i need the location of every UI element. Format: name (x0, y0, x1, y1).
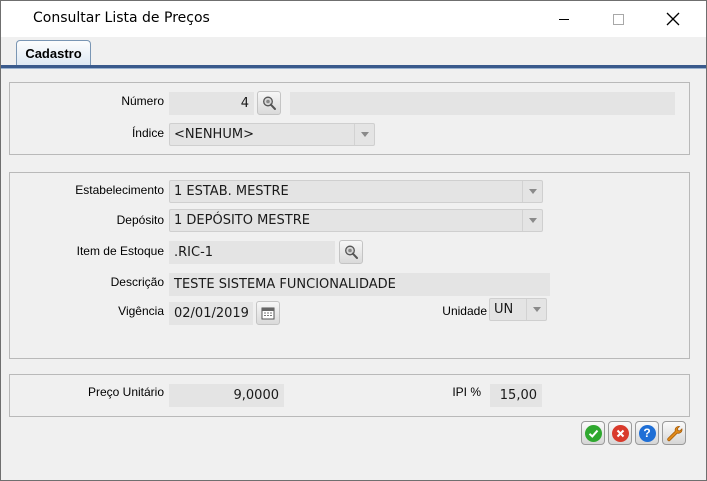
confirm-button[interactable] (581, 421, 605, 445)
tab-cadastro[interactable]: Cadastro (16, 40, 91, 66)
deposito-select[interactable]: 1 DEPÓSITO MESTRE (169, 209, 543, 232)
indice-value: <NENHUM> (174, 127, 254, 142)
search-icon (263, 96, 276, 110)
close-icon (666, 12, 680, 26)
ipi-label: IPI % (452, 385, 481, 399)
close-button[interactable] (650, 1, 696, 37)
calendar-icon (261, 307, 275, 320)
question-icon: ? (638, 424, 656, 442)
title-bar: Consultar Lista de Preços (1, 1, 706, 37)
tab-strip: Cadastro (1, 37, 706, 67)
vigencia-calendar-button[interactable] (256, 301, 280, 325)
preco-unitario-label: Preço Unitário (87, 385, 164, 399)
unidade-label: Unidade (442, 304, 487, 318)
estabelecimento-label: Estabelecimento (75, 183, 164, 197)
estabelecimento-value: 1 ESTAB. MESTRE (174, 184, 289, 199)
vigencia-label: Vigência (118, 304, 164, 318)
ipi-field[interactable]: 15,00 (490, 384, 542, 407)
item-estoque-search-button[interactable] (339, 240, 363, 264)
search-icon (345, 245, 358, 259)
unidade-select[interactable]: UN (489, 298, 547, 321)
deposito-value: 1 DEPÓSITO MESTRE (174, 213, 310, 228)
numero-field[interactable]: 4 (169, 92, 254, 115)
descricao-label: Descrição (110, 275, 164, 289)
indice-label: Índice (131, 126, 164, 140)
x-circle-icon (611, 424, 629, 442)
minimize-icon (559, 18, 569, 20)
deposito-label: Depósito (116, 213, 164, 227)
maximize-icon (612, 13, 624, 25)
window-title: Consultar Lista de Preços (33, 10, 210, 26)
preco-unitario-field[interactable]: 9,0000 (169, 384, 284, 407)
wrench-icon (666, 425, 682, 441)
vigencia-field[interactable]: 02/01/2019 (169, 302, 253, 325)
numero-search-button[interactable] (257, 91, 281, 115)
indice-select[interactable]: <NENHUM> (169, 123, 375, 146)
help-button[interactable]: ? (635, 421, 659, 445)
check-icon (584, 424, 602, 442)
chevron-down-icon[interactable] (354, 124, 374, 145)
cancel-button[interactable] (608, 421, 632, 445)
tools-button[interactable] (662, 421, 686, 445)
estabelecimento-select[interactable]: 1 ESTAB. MESTRE (169, 180, 543, 203)
chevron-down-icon[interactable] (526, 299, 546, 320)
chevron-down-icon[interactable] (522, 210, 542, 231)
numero-label: Número (121, 94, 164, 108)
numero-description-field[interactable] (290, 92, 675, 115)
minimize-button[interactable] (541, 1, 587, 37)
dialog-window: Consultar Lista de Preços Cadastro Númer… (0, 0, 707, 481)
maximize-button[interactable] (595, 1, 641, 37)
tab-underline-light (1, 68, 706, 69)
descricao-field[interactable]: TESTE SISTEMA FUNCIONALIDADE (169, 273, 550, 296)
unidade-value: UN (494, 302, 514, 317)
chevron-down-icon[interactable] (522, 181, 542, 202)
item-estoque-field[interactable]: .RIC-1 (169, 241, 335, 264)
item-estoque-label: Item de Estoque (76, 244, 164, 258)
